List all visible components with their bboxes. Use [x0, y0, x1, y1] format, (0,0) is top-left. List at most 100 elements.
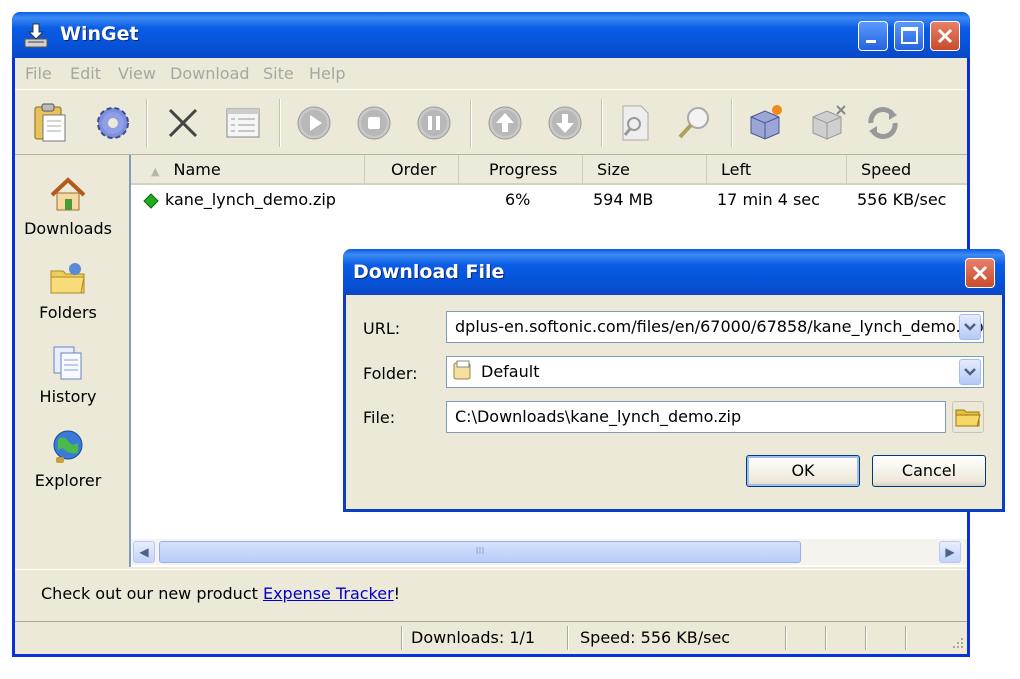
column-header-size[interactable]: Size [583, 155, 707, 185]
url-combobox[interactable]: dplus-en.softonic.com/files/en/67000/678… [446, 311, 984, 343]
table-row[interactable]: kane_lynch_demo.zip 6% 594 MB 17 min 4 s… [131, 185, 967, 215]
refresh-icon [868, 107, 898, 139]
new-package-icon [750, 105, 782, 140]
horizontal-scrollbar[interactable]: ◀ III ▶ [131, 539, 967, 565]
row-name: kane_lynch_demo.zip [165, 190, 336, 209]
menu-file[interactable]: File [25, 64, 52, 83]
promo-bar: Check out our new product Expense Tracke… [15, 569, 967, 621]
row-time-left: 17 min 4 sec [717, 190, 820, 209]
paste-url-button[interactable] [29, 101, 73, 145]
properties-icon [226, 108, 260, 138]
new-package-button[interactable] [743, 101, 787, 145]
home-icon [50, 177, 86, 211]
ok-button[interactable]: OK [746, 455, 860, 487]
folder-dropdown-button[interactable] [959, 359, 981, 385]
find-file-icon [622, 105, 649, 141]
active-download-icon [143, 193, 159, 209]
scrollbar-thumb[interactable]: III [159, 541, 801, 563]
stop-icon [357, 106, 391, 140]
delete-button[interactable] [161, 101, 205, 145]
globe-icon [53, 430, 83, 463]
window-title: WinGet [60, 23, 139, 45]
sidebar-item-label: Explorer [34, 471, 102, 490]
start-icon [297, 106, 331, 140]
dialog-close-button[interactable] [965, 258, 995, 288]
scroll-left-button[interactable]: ◀ [133, 541, 155, 563]
settings-button[interactable] [91, 101, 135, 145]
chevron-left-icon: ◀ [139, 545, 149, 559]
row-progress: 6% [505, 190, 531, 209]
move-down-icon [548, 106, 582, 140]
delete-icon [168, 108, 198, 138]
status-bar: Downloads: 1/1 Speed: 556 KB/sec [15, 621, 967, 654]
promo-suffix: ! [393, 584, 401, 603]
menu-help[interactable]: Help [309, 64, 345, 83]
file-label: File: [363, 408, 396, 427]
sidebar-item-explorer[interactable]: Explorer [15, 427, 121, 490]
properties-button[interactable] [221, 101, 265, 145]
dialog-title-bar[interactable]: Download File [343, 249, 1005, 295]
column-header-name[interactable]: ▲ Name [131, 155, 365, 185]
browse-button[interactable] [952, 401, 984, 433]
title-bar[interactable]: WinGet [12, 12, 970, 58]
toolbar-separator [470, 99, 472, 147]
move-down-button[interactable] [543, 101, 587, 145]
pause-button[interactable] [412, 101, 456, 145]
file-input[interactable]: C:\Downloads\kane_lynch_demo.zip [446, 401, 946, 433]
resize-grip-icon[interactable] [949, 634, 965, 650]
app-download-icon [24, 23, 48, 48]
expense-tracker-link[interactable]: Expense Tracker [263, 584, 394, 603]
close-button[interactable] [930, 21, 960, 51]
column-header-left[interactable]: Left [707, 155, 847, 185]
maximize-button[interactable] [894, 21, 924, 51]
sidebar-item-label: Folders [39, 303, 97, 322]
menu-view[interactable]: View [118, 64, 156, 83]
start-button[interactable] [292, 101, 336, 145]
toolbar [15, 91, 967, 155]
scroll-right-button[interactable]: ▶ [939, 541, 961, 563]
url-dropdown-button[interactable] [959, 314, 981, 340]
sidebar-item-folders[interactable]: Folders [15, 259, 121, 322]
column-header-order[interactable]: Order [365, 155, 459, 185]
status-separator [825, 626, 827, 650]
cancel-button[interactable]: Cancel [872, 455, 986, 487]
find-file-button[interactable] [613, 101, 657, 145]
status-separator [865, 626, 867, 650]
column-header-speed[interactable]: Speed [847, 155, 967, 185]
folder-label: Folder: [363, 364, 418, 383]
stop-button[interactable] [352, 101, 396, 145]
dialog-title: Download File [353, 261, 505, 283]
search-icon [678, 107, 709, 139]
status-separator [905, 626, 907, 650]
sidebar-item-history[interactable]: History [15, 343, 121, 406]
sidebar-item-label: Downloads [24, 219, 112, 238]
column-header-progress[interactable]: Progress [459, 155, 583, 185]
folder-value: Default [481, 362, 540, 381]
sort-ascending-icon: ▲ [151, 165, 160, 178]
pause-icon [417, 106, 451, 140]
menu-site[interactable]: Site [263, 64, 294, 83]
chevron-down-icon [964, 323, 976, 331]
refresh-button[interactable] [861, 101, 905, 145]
folder-combobox[interactable]: Default [446, 356, 984, 388]
remove-package-button[interactable] [805, 101, 849, 145]
move-up-icon [488, 106, 522, 140]
row-size: 594 MB [593, 190, 654, 209]
paste-icon [34, 103, 66, 142]
toolbar-separator [279, 99, 281, 147]
move-up-button[interactable] [483, 101, 527, 145]
menu-edit[interactable]: Edit [70, 64, 101, 83]
status-speed: Speed: 556 KB/sec [580, 628, 731, 647]
menu-download[interactable]: Download [170, 64, 250, 83]
list-header: ▲ Name Order Progress Size Left Speed [131, 155, 967, 185]
maximize-icon [901, 27, 918, 44]
minimize-button[interactable] [858, 21, 888, 51]
sidebar-item-downloads[interactable]: Downloads [15, 175, 121, 238]
url-input[interactable]: dplus-en.softonic.com/files/en/67000/678… [455, 317, 983, 336]
sidebar: Downloads Folders History Explorer [15, 155, 127, 567]
remove-package-icon [812, 105, 846, 140]
menu-bar: File Edit View Download Site Help [15, 58, 967, 90]
toolbar-separator [146, 99, 148, 147]
history-icon [53, 346, 82, 380]
search-button[interactable] [673, 101, 717, 145]
